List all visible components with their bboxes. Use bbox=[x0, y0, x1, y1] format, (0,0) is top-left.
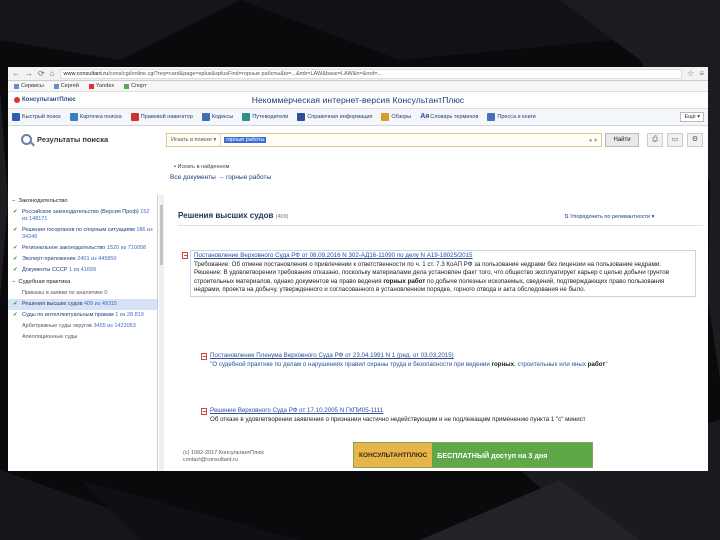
pdf-icon bbox=[201, 408, 207, 415]
guides-icon bbox=[242, 113, 251, 121]
browser-window: ← → ⟳ ⌂ www.consultant.ru/cons/cgi/onlin… bbox=[8, 67, 708, 471]
codes-icon bbox=[201, 113, 210, 121]
result-title-link[interactable]: Постановление Верховного Суда РФ от 08.0… bbox=[194, 252, 692, 261]
page-icon bbox=[124, 83, 130, 89]
check-icon: ✔ bbox=[13, 301, 18, 307]
toolbar-reviews[interactable]: Обзоры bbox=[381, 113, 411, 121]
bookmarks-bar: Сервисы Сергей Yandex Спорт bbox=[8, 81, 708, 92]
clear-search-icon[interactable]: ● ▾ bbox=[589, 137, 597, 144]
result-item: Постановление Пленума Верховного Суда РФ… bbox=[201, 352, 708, 369]
bookmark-sport[interactable]: Спорт bbox=[124, 83, 147, 89]
home-icon[interactable]: ⌂ bbox=[50, 69, 55, 78]
settings-icon[interactable]: ⚙ bbox=[687, 133, 703, 147]
toolbar-codes[interactable]: Кодексы bbox=[201, 113, 233, 121]
check-icon: ✔ bbox=[13, 245, 18, 251]
results-heading: Результаты поиска bbox=[21, 134, 108, 145]
reviews-icon bbox=[381, 113, 390, 121]
magnifier-icon bbox=[21, 134, 32, 145]
sidebar-group-court-practice[interactable]: − Судебная практика bbox=[8, 276, 157, 288]
sidebar-item-ip-court[interactable]: ✔ Суды по интеллектуальным правам 1 из 28… bbox=[8, 310, 157, 321]
result-item: Решение Верховного Суда РФ от 17.10.2005… bbox=[201, 407, 708, 424]
pdf-icon bbox=[201, 353, 207, 360]
result-title-link[interactable]: Решение Верховного Суда РФ от 17.10.2005… bbox=[210, 407, 708, 416]
forward-icon[interactable]: → bbox=[25, 69, 33, 78]
results-sidebar: − Законодательство ✔ Российское законодате… bbox=[8, 195, 158, 471]
sidebar-item-expert-app[interactable]: ✔ Эксперт-приложение 2401 из 445850 bbox=[8, 254, 157, 265]
print-icon[interactable]: ⎙ bbox=[647, 133, 663, 147]
contact-link[interactable]: contact@consultant.ru bbox=[183, 457, 264, 464]
result-item: Постановление Верховного Суда РФ от 08.0… bbox=[182, 250, 696, 297]
breadcrumb: Все документы → горные работы bbox=[170, 174, 272, 181]
address-bar: ← → ⟳ ⌂ www.consultant.ru/cons/cgi/onlin… bbox=[8, 67, 708, 81]
card-icon bbox=[69, 113, 78, 121]
save-icon[interactable]: ▭ bbox=[667, 133, 683, 147]
sidebar-item-supreme-courts[interactable]: ✔ Решения высших судов 409 из 49315 bbox=[8, 299, 157, 310]
check-icon: ✔ bbox=[13, 312, 18, 318]
search-in-results-toggle[interactable]: ▪ Искать в найденном bbox=[174, 164, 229, 170]
sidebar-item-ussr-docs[interactable]: ✔ Документы СССР 1 из 41699 bbox=[8, 265, 157, 276]
page-title: Некоммерческая интернет-версия Консульта… bbox=[251, 95, 465, 105]
navigator-icon bbox=[130, 113, 139, 121]
bookmark-star-icon[interactable]: ☆ bbox=[687, 69, 694, 78]
pdf-icon bbox=[182, 252, 188, 259]
back-icon[interactable]: ← bbox=[12, 69, 20, 78]
scrollbar-thumb[interactable] bbox=[160, 205, 163, 265]
check-icon: ✔ bbox=[13, 227, 18, 233]
divider bbox=[178, 225, 703, 226]
reference-icon bbox=[297, 113, 306, 121]
sidebar-item-analytics[interactable]: Приказы и заявки по аналитике 0 bbox=[8, 288, 157, 299]
search-row: Результаты поиска Искать в поиске ▾ горн… bbox=[8, 126, 708, 156]
sidebar-item-arbitration-courts[interactable]: Арбитражные суды округов 3455 из 1423053 bbox=[8, 321, 157, 332]
sidebar-scrollbar[interactable] bbox=[159, 195, 164, 471]
footer: (c) 1992-2017 КонсультантПлюс contact@co… bbox=[183, 450, 265, 464]
yandex-icon bbox=[88, 83, 94, 89]
sidebar-item-regional-law[interactable]: ✔ Региональное законодательство 1520 из 7… bbox=[8, 243, 157, 254]
promo-banner[interactable]: КОНСУЛЬТАНТПЛЮС БЕСПЛАТНЫЙ доступ на 3 д… bbox=[353, 442, 593, 468]
breadcrumb-query[interactable]: горные работы bbox=[226, 174, 271, 181]
sidebar-item-russian-law[interactable]: ✔ Российское законодательство (Версия Про… bbox=[8, 207, 157, 225]
toolbar-legal-navigator[interactable]: Правовой навигатор bbox=[130, 113, 193, 121]
banner-logo: КОНСУЛЬТАНТПЛЮС bbox=[354, 443, 433, 467]
toolbar-dictionary[interactable]: Ая Словарь терминов bbox=[420, 113, 478, 121]
toolbar-reference[interactable]: Справочная информация bbox=[297, 113, 372, 121]
page-icon bbox=[53, 83, 59, 89]
sort-select[interactable]: ⇅ Упорядочить по релевантности ▾ bbox=[564, 214, 654, 220]
main-toolbar: Быстрый поиск Карточка поиска Правовой н… bbox=[8, 109, 708, 126]
reload-icon[interactable]: ⟳ bbox=[38, 69, 45, 78]
logo-icon bbox=[14, 97, 20, 103]
check-icon: ✔ bbox=[13, 209, 18, 215]
search-box[interactable]: Искать в поиске ▾ горные работы ● ▾ bbox=[166, 133, 602, 147]
section-title: Решения высших судов (409) bbox=[178, 211, 289, 220]
sidebar-group-legislation[interactable]: − Законодательство bbox=[8, 195, 157, 207]
toolbar-quick-search[interactable]: Быстрый поиск bbox=[12, 113, 61, 121]
results-main: Решения высших судов (409) ⇅ Упорядочить… bbox=[168, 195, 708, 471]
sidebar-item-gov-decisions[interactable]: ✔ Решения госорганов по спорным ситуациям… bbox=[8, 225, 157, 243]
breadcrumb-all-docs[interactable]: Все документы bbox=[170, 174, 216, 181]
check-icon: ✔ bbox=[13, 256, 18, 262]
toolbar-press[interactable]: Пресса и книги bbox=[487, 113, 536, 121]
banner-text: БЕСПЛАТНЫЙ доступ на 3 дня bbox=[432, 443, 592, 467]
toolbar-search-card[interactable]: Карточка поиска bbox=[69, 113, 122, 121]
sidebar-item-appeal-courts[interactable]: Апелляционные суды bbox=[8, 332, 157, 343]
toolbar-more-button[interactable]: Ещё ▾ bbox=[680, 112, 704, 122]
browser-menu-icon[interactable]: ≡ bbox=[699, 69, 704, 78]
consultant-logo[interactable]: КонсультантПлюс bbox=[14, 97, 76, 103]
search-query-text[interactable]: горные работы bbox=[224, 137, 267, 143]
result-title-link[interactable]: Постановление Пленума Верховного Суда РФ… bbox=[210, 352, 708, 361]
check-icon: ✔ bbox=[13, 267, 18, 273]
search-icon bbox=[12, 113, 20, 121]
bookmark-sergey[interactable]: Сергей bbox=[53, 83, 79, 89]
toolbar-guides[interactable]: Путеводители bbox=[242, 113, 288, 121]
press-icon bbox=[487, 113, 496, 121]
url-input[interactable]: www.consultant.ru/cons/cgi/online.cgi?re… bbox=[59, 68, 683, 79]
consultant-header: КонсультантПлюс Некоммерческая интернет-… bbox=[8, 92, 708, 109]
apps-icon bbox=[14, 83, 19, 89]
bookmark-yandex[interactable]: Yandex bbox=[88, 83, 114, 89]
bookmark-services[interactable]: Сервисы bbox=[14, 83, 44, 89]
dictionary-icon: Ая bbox=[420, 113, 430, 121]
search-scope-select[interactable]: Искать в поиске ▾ bbox=[167, 134, 222, 146]
find-button[interactable]: Найти bbox=[605, 133, 639, 147]
